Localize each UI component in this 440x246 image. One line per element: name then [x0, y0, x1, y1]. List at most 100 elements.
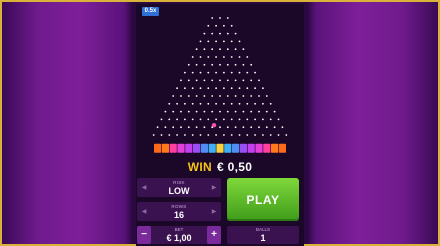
peg: [230, 24, 233, 27]
peg: [242, 126, 245, 129]
rows-selector[interactable]: ◀ ROWS 16 ▶: [137, 202, 221, 221]
peg: [242, 95, 245, 97]
peg: [254, 87, 256, 90]
peg: [199, 102, 202, 105]
multiplier-bucket: [232, 143, 240, 153]
risk-next-icon[interactable]: ▶: [207, 178, 221, 197]
peg: [172, 126, 175, 129]
multiplier-bucket: [278, 143, 286, 153]
rows-next-icon[interactable]: ▶: [207, 202, 221, 221]
peg: [262, 87, 264, 90]
peg: [223, 40, 225, 43]
peg: [195, 63, 198, 66]
peg: [226, 32, 229, 35]
peg: [164, 110, 167, 113]
peg: [187, 63, 190, 66]
peg: [254, 71, 256, 74]
peg: [219, 17, 221, 19]
balls-label: BALLS: [255, 227, 270, 232]
peg: [226, 95, 229, 97]
peg: [242, 63, 245, 66]
peg: [187, 110, 190, 113]
peg: [226, 126, 229, 129]
peg: [273, 126, 276, 129]
peg: [195, 95, 198, 97]
peg: [187, 79, 190, 82]
bet-increase-button[interactable]: +: [207, 226, 221, 244]
peg: [191, 134, 194, 136]
peg: [203, 110, 206, 113]
peg: [199, 71, 202, 74]
peg: [207, 102, 210, 105]
peg: [226, 17, 229, 19]
multiplier-bucket: [193, 143, 201, 153]
win-label: WIN: [187, 160, 213, 174]
balls-value: 1: [260, 233, 266, 243]
peg: [242, 48, 245, 51]
balls-control[interactable]: BALLS 1: [227, 226, 299, 244]
peg: [191, 102, 194, 105]
peg: [187, 126, 190, 129]
risk-selector[interactable]: ◀ RISK LOW ▶: [137, 178, 221, 197]
peg: [168, 102, 171, 105]
peg: [211, 63, 214, 66]
peg: [215, 134, 217, 136]
peg: [238, 40, 241, 43]
peg: [262, 118, 264, 121]
peg: [277, 134, 280, 136]
peg: [184, 134, 186, 136]
peg: [207, 56, 210, 58]
multiplier-bucket: [271, 143, 279, 153]
peg: [226, 48, 229, 51]
speed-badge[interactable]: 0.5x: [142, 7, 159, 16]
win-display: WIN € 0,50: [136, 160, 304, 174]
peg: [207, 118, 210, 121]
multiplier-bucket: [216, 143, 224, 153]
peg: [219, 110, 221, 113]
peg: [207, 40, 210, 43]
peg: [184, 87, 186, 90]
peg: [246, 87, 249, 90]
win-amount: € 0,50: [217, 160, 253, 174]
peg: [250, 126, 253, 129]
peg: [168, 118, 171, 121]
peg: [258, 95, 260, 97]
peg: [238, 71, 241, 74]
peg: [238, 102, 241, 105]
peg: [191, 56, 194, 58]
peg: [234, 126, 237, 129]
peg: [203, 126, 206, 129]
peg: [285, 134, 288, 136]
peg: [180, 95, 182, 97]
multiplier-bucket: [239, 143, 247, 153]
peg: [215, 87, 217, 90]
peg: [184, 118, 186, 121]
peg: [273, 110, 276, 113]
peg: [223, 87, 225, 90]
peg: [195, 110, 198, 113]
peg: [238, 134, 241, 136]
peg: [223, 134, 225, 136]
peg: [180, 110, 182, 113]
multiplier-bucket: [200, 143, 208, 153]
peg: [195, 48, 198, 51]
peg: [176, 118, 178, 121]
peg: [254, 118, 256, 121]
peg: [215, 56, 217, 58]
peg: [207, 24, 210, 27]
peg: [211, 110, 214, 113]
multiplier-bucket: [263, 143, 271, 153]
peg: [219, 48, 221, 51]
peg: [195, 79, 198, 82]
peg: [203, 95, 206, 97]
play-button[interactable]: PLAY: [227, 178, 299, 221]
peg: [250, 63, 253, 66]
peg: [203, 79, 206, 82]
peg: [219, 32, 221, 35]
peg: [226, 79, 229, 82]
peg: [262, 102, 264, 105]
peg: [223, 118, 225, 121]
peg: [246, 56, 249, 58]
peg: [238, 56, 241, 58]
peg: [215, 118, 217, 121]
